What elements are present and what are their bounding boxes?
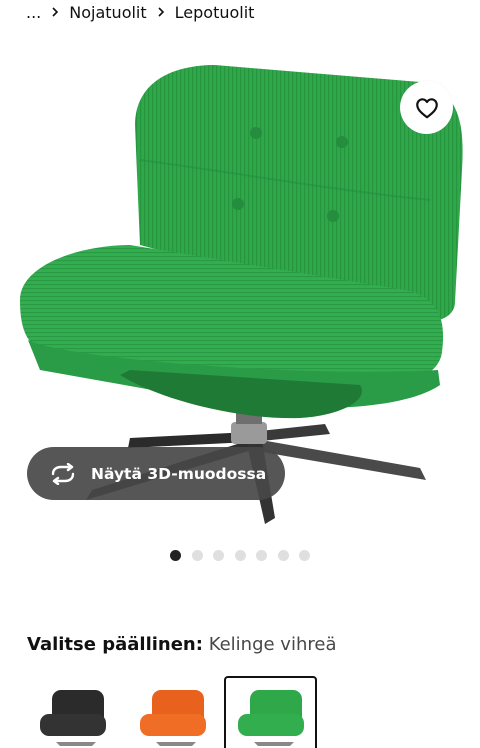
carousel-dot[interactable] xyxy=(213,550,224,561)
heart-outline-icon xyxy=(414,95,440,121)
breadcrumb-item-more[interactable]: ... xyxy=(26,3,41,22)
rotate-arrows-icon xyxy=(49,462,77,485)
swatch-kelinge-green[interactable] xyxy=(224,676,317,748)
carousel-pagination xyxy=(170,550,321,561)
cover-label: Valitse päällinen: xyxy=(27,634,203,655)
chevron-right-icon xyxy=(41,7,69,17)
carousel-dot[interactable] xyxy=(234,550,246,561)
cover-value: Kelinge vihreä xyxy=(208,634,337,655)
carousel-dot[interactable] xyxy=(277,550,289,561)
swatch-kelinge-orange[interactable] xyxy=(126,676,219,748)
breadcrumb: ... Nojatuolit Lepotuolit xyxy=(26,0,254,24)
breadcrumb-item-lepotuolit[interactable]: Lepotuolit xyxy=(175,3,255,22)
chevron-right-icon xyxy=(147,7,175,17)
carousel-dot[interactable] xyxy=(299,550,310,561)
view-3d-button[interactable]: Näytä 3D-muodossa xyxy=(27,447,285,500)
carousel-dot[interactable] xyxy=(191,550,203,561)
view-3d-label: Näytä 3D-muodossa xyxy=(91,464,267,483)
carousel-dot[interactable] xyxy=(256,550,267,561)
cover-swatches xyxy=(26,676,480,748)
swatch-kelinge-black[interactable] xyxy=(26,676,119,748)
favourite-button[interactable] xyxy=(400,81,453,134)
product-media: Näytä 3D-muodossa xyxy=(0,40,480,540)
carousel-dot[interactable] xyxy=(170,550,181,561)
cover-selection-label: Valitse päällinen: Kelinge vihreä xyxy=(27,634,336,655)
breadcrumb-item-nojatuolit[interactable]: Nojatuolit xyxy=(69,3,146,22)
